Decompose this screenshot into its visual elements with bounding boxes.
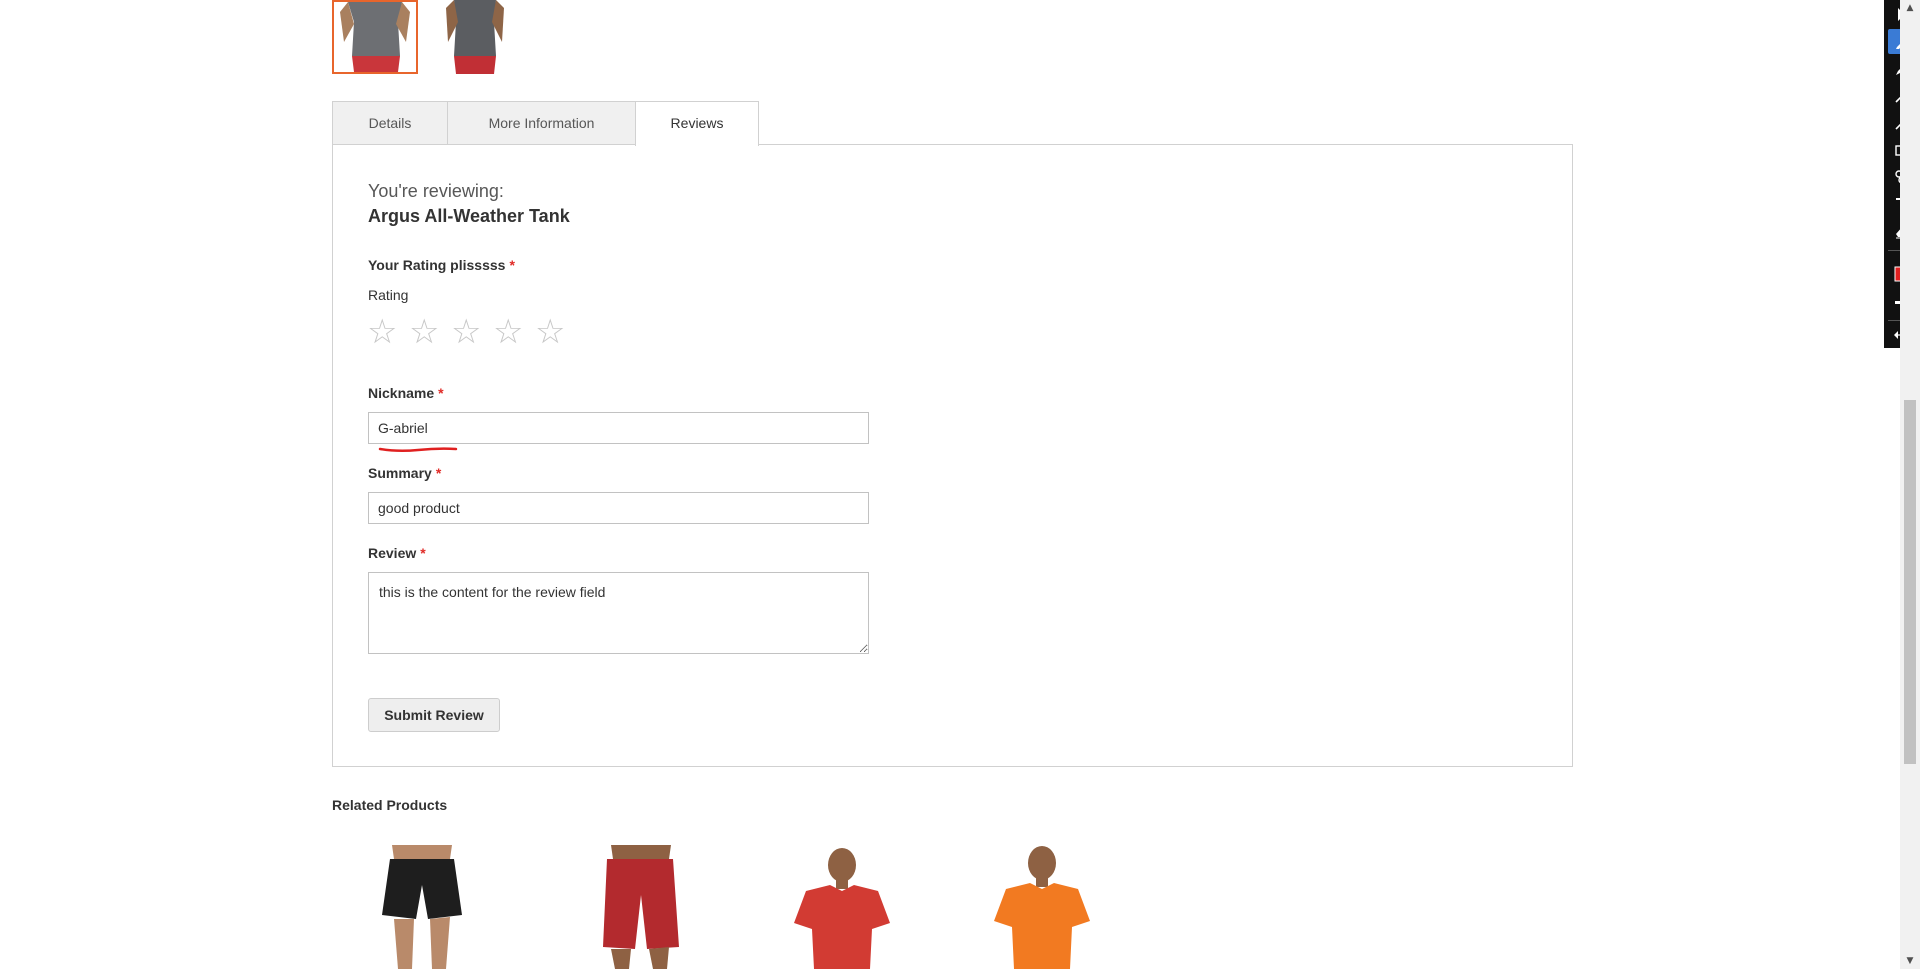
related-product-black-shorts[interactable] xyxy=(352,845,492,969)
review-label-text: Review xyxy=(368,545,417,561)
rating-label: Rating xyxy=(368,287,409,303)
scrollbar-thumb[interactable] xyxy=(1904,400,1916,764)
required-marker: * xyxy=(435,465,442,481)
scroll-up-icon[interactable]: ▲ xyxy=(1904,2,1916,14)
tab-more-information[interactable]: More Information xyxy=(447,101,636,145)
tab-reviews[interactable]: Reviews xyxy=(635,101,759,146)
required-marker: * xyxy=(420,545,426,561)
reviews-panel: You're reviewing: Argus All-Weather Tank… xyxy=(332,144,1573,767)
star-3[interactable]: ☆ xyxy=(451,314,489,350)
summary-label: Summary * xyxy=(368,465,441,481)
review-textarea[interactable]: this is the content for the review field xyxy=(368,572,869,654)
summary-field[interactable] xyxy=(368,492,869,524)
summary-label-text: Summary xyxy=(368,465,432,481)
related-product-orange-tee[interactable] xyxy=(972,845,1112,969)
page-scrollbar[interactable]: ▲ ▼ xyxy=(1900,0,1920,969)
star-5[interactable]: ☆ xyxy=(535,314,573,350)
tab-details[interactable]: Details xyxy=(332,101,448,145)
rating-heading: Your Rating plisssss * xyxy=(368,257,515,273)
thumbnail-side[interactable] xyxy=(432,0,518,74)
nickname-label: Nickname * xyxy=(368,385,444,401)
red-underline-annotation xyxy=(378,447,458,453)
submit-review-button[interactable]: Submit Review xyxy=(368,698,500,732)
star-4[interactable]: ☆ xyxy=(493,314,531,350)
star-2[interactable]: ☆ xyxy=(409,314,447,350)
related-products-title: Related Products xyxy=(332,797,448,813)
rating-heading-text: Your Rating plisssss xyxy=(368,257,506,273)
scroll-down-icon[interactable]: ▼ xyxy=(1904,955,1916,967)
related-product-red-tee[interactable] xyxy=(772,845,912,969)
required-marker: * xyxy=(438,385,444,401)
thumbnail-front[interactable] xyxy=(332,0,418,74)
product-page: Details More Information Reviews You're … xyxy=(0,0,1900,969)
nickname-label-text: Nickname xyxy=(368,385,435,401)
related-products-list xyxy=(332,845,1132,969)
star-1[interactable]: ☆ xyxy=(367,314,405,350)
required-marker: * xyxy=(509,257,515,273)
related-product-red-shorts[interactable] xyxy=(567,845,707,969)
nickname-field[interactable] xyxy=(368,412,869,444)
reviewing-prefix: You're reviewing: xyxy=(368,181,504,201)
reviewing-product-name: Argus All-Weather Tank xyxy=(368,206,570,226)
review-label: Review * xyxy=(368,545,426,561)
